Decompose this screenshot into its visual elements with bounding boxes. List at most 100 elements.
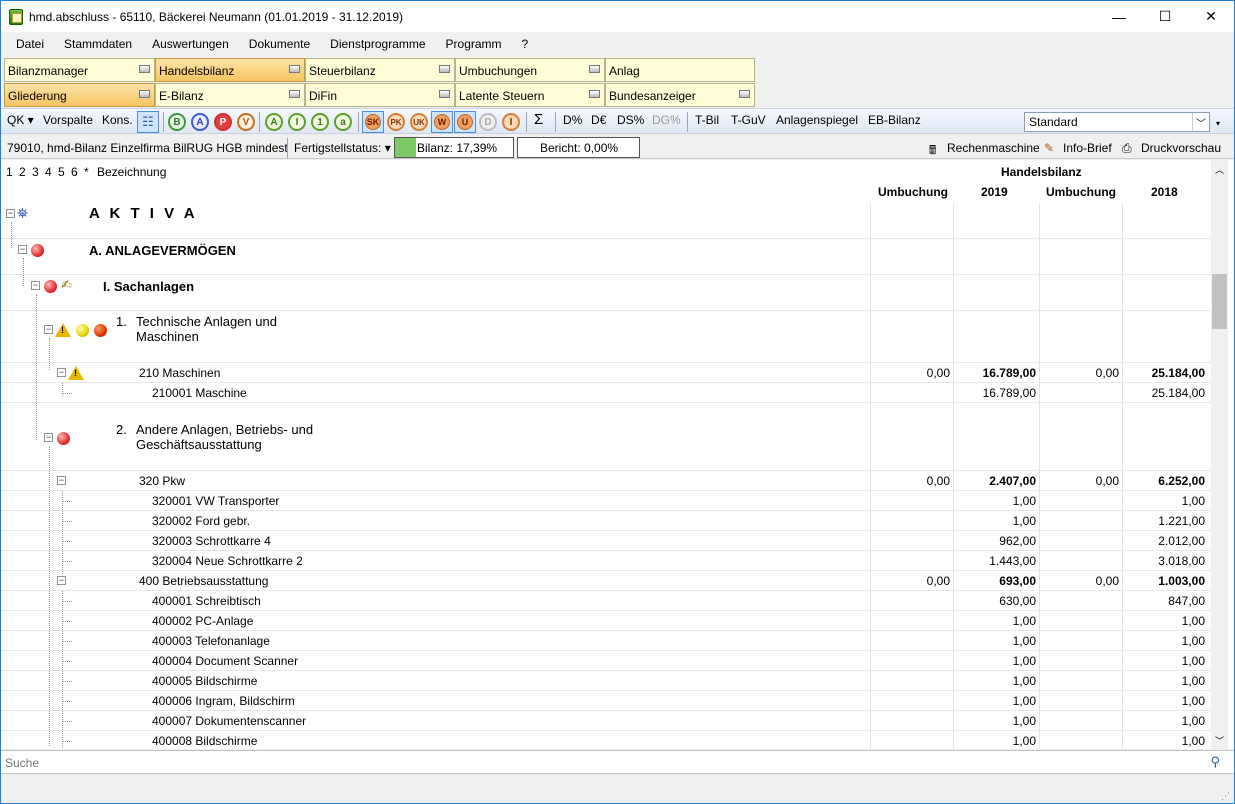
filter-v-button[interactable]: V — [237, 113, 255, 131]
row-technische-anlagen[interactable]: − 1. Technische Anlagen und Maschinen — [1, 311, 1211, 363]
tbil-button[interactable]: T-Bil — [695, 113, 719, 127]
row-sachanlagen[interactable]: − ✍ I. Sachanlagen — [1, 275, 1211, 311]
search-input[interactable] — [5, 754, 1195, 771]
vertical-scrollbar[interactable]: ︿ ﹀ — [1211, 160, 1228, 749]
filter-p-button[interactable]: P — [214, 113, 232, 131]
row-account-400004[interactable]: 400004 Document Scanner 1,00 1,00 — [1, 651, 1211, 671]
row-account-400005[interactable]: 400005 Bildschirme 1,00 1,00 — [1, 671, 1211, 691]
tab-gliederung[interactable]: Gliederung — [4, 83, 155, 107]
level-4[interactable]: 4 — [45, 165, 52, 179]
toolbar-overflow-icon[interactable]: ▾ — [1216, 119, 1220, 128]
collapse-icon[interactable]: − — [18, 245, 27, 254]
w-toggle[interactable]: W — [431, 111, 453, 133]
de-button[interactable]: D€ — [591, 113, 606, 127]
cell-2019[interactable]: 630,00 — [954, 594, 1036, 608]
cell-2019[interactable]: 1,00 — [954, 654, 1036, 668]
dgp-button[interactable]: DG% — [652, 113, 681, 127]
tab-ebilanz[interactable]: E-Bilanz — [155, 83, 305, 107]
level-5[interactable]: 5 — [58, 165, 65, 179]
cell-2019[interactable]: 962,00 — [954, 534, 1036, 548]
cell-umbuchung-2018[interactable]: 0,00 — [1040, 474, 1119, 488]
row-account-400007[interactable]: 400007 Dokumentenscanner 1,00 1,00 — [1, 711, 1211, 731]
menu-datei[interactable]: Datei — [7, 37, 53, 51]
menu-stammdaten[interactable]: Stammdaten — [55, 37, 141, 51]
tab-bundesanzeiger[interactable]: Bundesanzeiger — [605, 83, 755, 107]
cell-2018[interactable]: 1,00 — [1123, 494, 1205, 508]
cell-2019[interactable]: 1,00 — [954, 714, 1036, 728]
search-icon[interactable]: ⚲ — [1210, 754, 1220, 770]
cell-2018[interactable]: 1,00 — [1123, 714, 1205, 728]
row-account-400[interactable]: − 400 Betriebsausstattung 0,00 693,00 0,… — [1, 571, 1211, 591]
collapse-icon[interactable]: − — [6, 209, 15, 218]
infobrief-button[interactable]: Info-Brief — [1063, 141, 1112, 155]
u-toggle[interactable]: U — [454, 111, 476, 133]
cell-umbuchung-2019[interactable]: 0,00 — [871, 574, 950, 588]
minimize-button[interactable]: — — [1096, 1, 1142, 32]
tab-steuerbilanz[interactable]: Steuerbilanz — [305, 58, 455, 82]
row-account-210001[interactable]: 210001 Maschine 16.789,00 25.184,00 — [1, 383, 1211, 403]
uk-button[interactable]: UK — [410, 113, 428, 131]
anlagenspiegel-button[interactable]: Anlagenspiegel — [776, 113, 858, 127]
cell-2018[interactable]: 1.003,00 — [1123, 574, 1205, 588]
row-account-210[interactable]: − 210 Maschinen 0,00 16.789,00 0,00 25.1… — [1, 363, 1211, 383]
row-aktiva[interactable]: − ⛯ A K T I V A — [1, 203, 1211, 239]
vorspalte-button[interactable]: Vorspalte — [43, 113, 93, 127]
menu-help[interactable]: ? — [513, 37, 538, 51]
row-account-400003[interactable]: 400003 Telefonanlage 1,00 1,00 — [1, 631, 1211, 651]
cell-umbuchung-2019[interactable]: 0,00 — [871, 474, 950, 488]
filter-a-button[interactable]: A — [191, 113, 209, 131]
cell-2018[interactable]: 1,00 — [1123, 694, 1205, 708]
tab-bilanzmanager[interactable]: Bilanzmanager — [4, 58, 155, 82]
cell-2018[interactable]: 1,00 — [1123, 654, 1205, 668]
collapse-icon[interactable]: − — [57, 368, 66, 377]
dp-button[interactable]: D% — [563, 113, 582, 127]
row-account-320[interactable]: − 320 Pkw 0,00 2.407,00 0,00 6.252,00 — [1, 471, 1211, 491]
cell-2018[interactable]: 2.012,00 — [1123, 534, 1205, 548]
pk-button[interactable]: PK — [387, 113, 405, 131]
ebilanz-button[interactable]: EB-Bilanz — [868, 113, 921, 127]
cell-umbuchung-2019[interactable]: 0,00 — [871, 366, 950, 380]
view-combo[interactable]: Standard ﹀ — [1024, 112, 1210, 132]
close-button[interactable]: ✕ — [1188, 1, 1234, 32]
row-account-400006[interactable]: 400006 Ingram, Bildschirm 1,00 1,00 — [1, 691, 1211, 711]
rechenmaschine-button[interactable]: Rechenmaschine — [947, 141, 1040, 155]
row-account-400008[interactable]: 400008 Bildschirme 1,00 1,00 — [1, 731, 1211, 749]
sigma-button[interactable]: Σ — [534, 111, 543, 128]
tree-view-toggle[interactable]: ☷ — [137, 111, 159, 133]
cell-2018[interactable]: 3.018,00 — [1123, 554, 1205, 568]
filter-b-button[interactable]: B — [168, 113, 186, 131]
row-account-400001[interactable]: 400001 Schreibtisch 630,00 847,00 — [1, 591, 1211, 611]
filter-a-small-button[interactable]: a — [334, 113, 352, 131]
menu-auswertungen[interactable]: Auswertungen — [143, 37, 238, 51]
i-button[interactable]: I — [502, 113, 520, 131]
cell-2018[interactable]: 1,00 — [1123, 674, 1205, 688]
collapse-icon[interactable]: − — [57, 576, 66, 585]
cell-2018[interactable]: 847,00 — [1123, 594, 1205, 608]
cell-2019[interactable]: 1,00 — [954, 674, 1036, 688]
dsp-button[interactable]: DS% — [617, 113, 644, 127]
tab-handelsbilanz[interactable]: Handelsbilanz — [155, 58, 305, 82]
cell-2018[interactable]: 6.252,00 — [1123, 474, 1205, 488]
cell-2019[interactable]: 1,00 — [954, 634, 1036, 648]
tab-difin[interactable]: DiFin — [305, 83, 455, 107]
tab-anlag[interactable]: Anlag — [605, 58, 755, 82]
fertigstell-dropdown[interactable]: Fertigstellstatus: ▾ — [294, 141, 391, 155]
cell-2018[interactable]: 1,00 — [1123, 634, 1205, 648]
kons-button[interactable]: Kons. — [102, 113, 133, 127]
cell-2019[interactable]: 1,00 — [954, 694, 1036, 708]
qk-dropdown[interactable]: QK ▾ — [7, 113, 34, 127]
cell-umbuchung-2018[interactable]: 0,00 — [1040, 574, 1119, 588]
row-anlagevermoegen[interactable]: − A. ANLAGEVERMÖGEN — [1, 239, 1211, 275]
cell-2019[interactable]: 1,00 — [954, 514, 1036, 528]
level-2[interactable]: 2 — [19, 165, 26, 179]
cell-2019[interactable]: 1,00 — [954, 734, 1036, 748]
collapse-icon[interactable]: − — [57, 476, 66, 485]
sk-toggle[interactable]: SK — [362, 111, 384, 133]
scroll-down-icon[interactable]: ﹀ — [1215, 734, 1224, 747]
tab-latente-steuern[interactable]: Latente Steuern — [455, 83, 605, 107]
filter-i-button[interactable]: I — [288, 113, 306, 131]
level-3[interactable]: 3 — [32, 165, 39, 179]
collapse-icon[interactable]: − — [31, 281, 40, 290]
resize-grip-icon[interactable]: ⋰ — [1221, 791, 1230, 802]
cell-2018[interactable]: 25.184,00 — [1123, 366, 1205, 380]
